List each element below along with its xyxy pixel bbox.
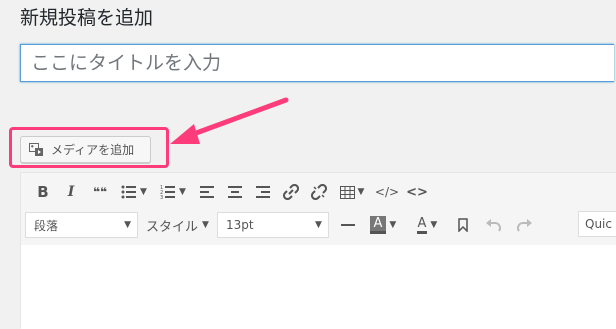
bold-button[interactable]: B [31,180,55,204]
add-media-label: メディアを追加 [51,143,135,157]
post-title-input[interactable]: ここにタイトルを入力 [20,44,614,82]
horizontal-line-button[interactable] [337,213,359,237]
bookmark-icon [458,218,468,232]
font-size-select[interactable]: 13pt ▼ [216,212,329,238]
format-select[interactable]: 段落 ▼ [25,212,138,238]
chevron-down-icon: ▼ [315,220,322,230]
text-color-letter: A [416,216,428,234]
quick-select[interactable]: Quic [578,211,616,237]
horizontal-line-icon [340,224,355,226]
blockquote-button[interactable]: ❝❝ [87,180,113,204]
code-button[interactable]: </> [373,180,401,204]
chevron-down-icon: ▼ [430,220,438,230]
style-dropdown-label: スタイル [146,219,199,235]
remove-link-button[interactable] [307,180,331,204]
align-center-button[interactable] [223,180,247,204]
add-media-button[interactable]: メディアを追加 [20,136,151,163]
bullet-list-icon [121,185,137,199]
background-color-letter: A [369,216,387,234]
text-color-button[interactable]: A ▼ [407,213,447,237]
format-select-value: 段落 [34,218,59,233]
align-left-icon [200,186,214,198]
chevron-down-icon: ▼ [389,220,397,230]
numbered-list-button[interactable]: 123 ▼ [155,180,191,204]
align-center-icon [228,186,242,198]
insert-link-button[interactable] [279,180,303,204]
annotation-arrow [170,97,289,144]
chevron-down-icon: ▼ [179,187,186,197]
editor: B I ❝❝ ▼ 123 ▼ ▼ </> <> 段落 ▼ スタイル ▼ 13pt… [20,172,616,329]
align-left-button[interactable] [195,180,219,204]
editor-toolbar: B I ❝❝ ▼ 123 ▼ ▼ </> <> 段落 ▼ スタイル ▼ 13pt… [21,173,616,246]
numbered-list-icon: 123 [160,185,176,199]
unlink-icon [311,184,327,200]
chevron-down-icon: ▼ [357,187,365,197]
link-icon [283,184,299,200]
background-color-button[interactable]: A ▼ [363,213,403,237]
chevron-down-icon: ▼ [140,187,147,197]
bookmark-button[interactable] [451,213,475,237]
embed-button[interactable]: <> [405,180,429,204]
undo-icon [485,219,501,232]
align-right-icon [256,186,270,198]
align-right-button[interactable] [251,180,275,204]
chevron-down-icon: ▼ [202,220,209,230]
page-title: 新規投稿を追加 [20,7,154,29]
style-dropdown[interactable]: スタイル ▼ [146,216,209,235]
media-icon [29,142,45,157]
undo-button[interactable] [479,213,507,237]
redo-icon [516,219,532,232]
table-icon [339,185,355,199]
svg-text:3: 3 [160,195,163,199]
table-button[interactable]: ▼ [335,180,369,204]
chevron-down-icon: ▼ [124,220,131,230]
italic-button[interactable]: I [59,180,83,204]
redo-button[interactable] [511,213,539,237]
bullet-list-button[interactable]: ▼ [117,180,151,204]
editor-content-area[interactable] [21,245,616,329]
font-size-value: 13pt [225,218,254,232]
